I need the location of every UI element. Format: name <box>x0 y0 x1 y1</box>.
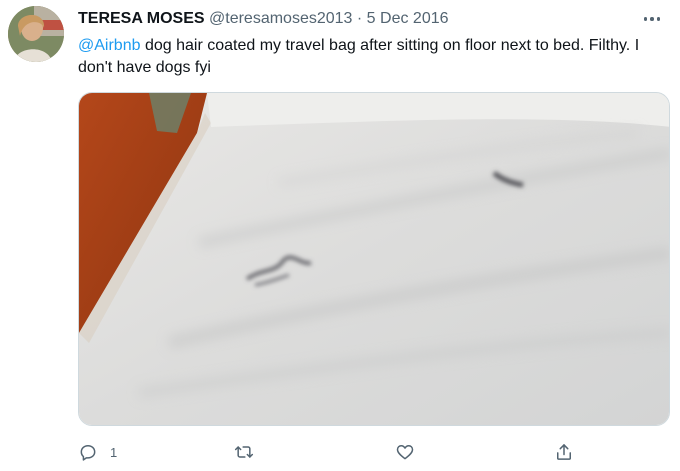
more-options-button[interactable] <box>638 8 666 30</box>
reply-button[interactable]: 1 <box>78 440 117 464</box>
mention-link[interactable]: @Airbnb <box>78 37 141 54</box>
author-name[interactable]: TERESA MOSES <box>78 10 205 27</box>
reply-count: 1 <box>110 444 118 460</box>
tweet-card[interactable]: TERESA MOSES @teresamoses2013 · 5 Dec 20… <box>0 0 680 471</box>
tweet-body: dog hair coated my travel bag after sitt… <box>78 37 640 76</box>
tweet-date[interactable]: 5 Dec 2016 <box>367 10 449 27</box>
more-horizontal-icon <box>643 17 648 21</box>
share-button[interactable] <box>554 440 574 464</box>
author-handle[interactable]: @teresamoses2013 <box>209 10 352 27</box>
photo-bedsheet-with-hair <box>79 93 669 425</box>
avatar[interactable] <box>8 6 64 62</box>
tweet-text: @Airbnb dog hair coated my travel bag af… <box>78 35 668 79</box>
tweet-photo[interactable] <box>78 92 670 426</box>
separator-dot: · <box>356 10 363 27</box>
share-icon <box>557 444 571 460</box>
tweet-header: TERESA MOSES @teresamoses2013 · 5 Dec 20… <box>78 10 449 28</box>
retweet-button[interactable] <box>234 440 266 464</box>
like-button[interactable] <box>395 440 427 464</box>
heart-icon <box>396 445 414 460</box>
retweet-icon <box>234 446 254 458</box>
tweet-actions: 1 <box>78 440 588 464</box>
reply-icon <box>80 445 96 461</box>
